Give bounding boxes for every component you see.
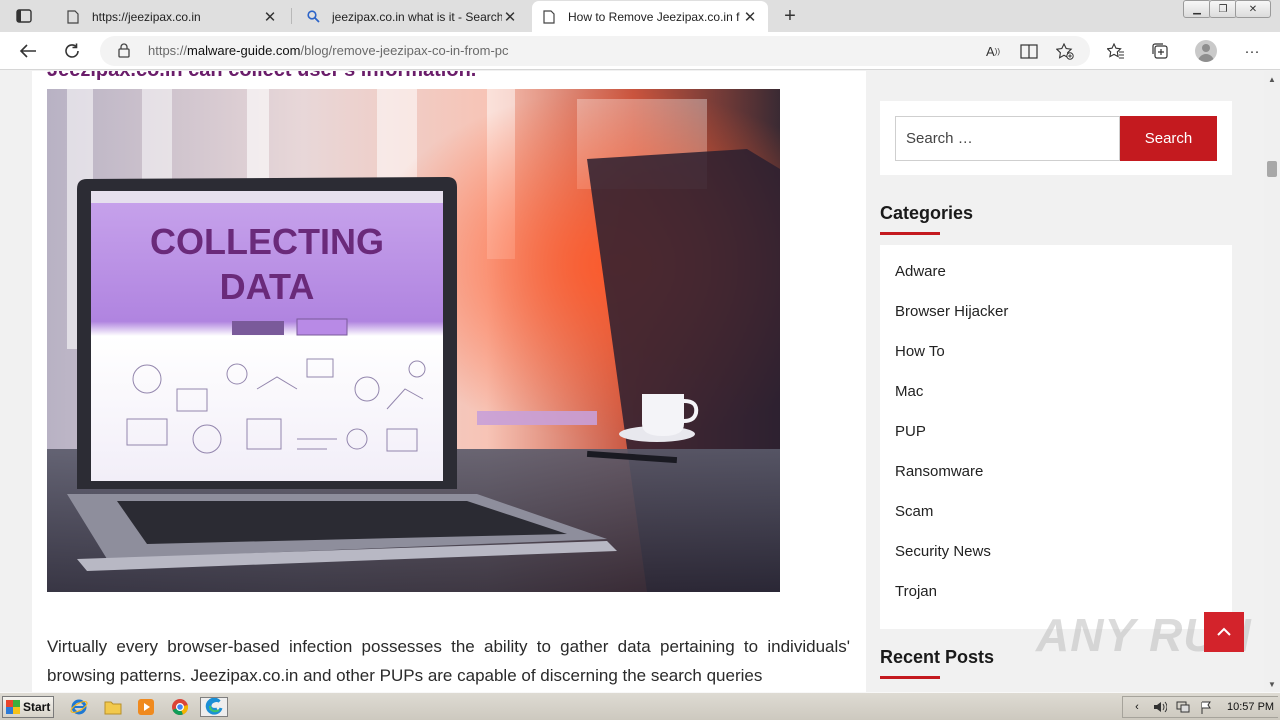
article-content: Jeezipax.co.in can collect user's inform… xyxy=(32,71,866,692)
category-link[interactable]: PUP xyxy=(895,419,1217,459)
chevron-up-icon xyxy=(1217,627,1231,636)
hero-image: COLLECTING DATA xyxy=(47,89,780,592)
back-to-top-button[interactable] xyxy=(1204,612,1244,652)
close-tab-icon[interactable]: ✕ xyxy=(502,9,518,26)
search-widget: Search xyxy=(880,101,1232,175)
scroll-down-icon[interactable]: ▼ xyxy=(1264,676,1280,692)
category-link[interactable]: Security News xyxy=(895,539,1217,579)
close-icon: ✕ xyxy=(1248,3,1258,15)
close-tab-icon[interactable]: ✕ xyxy=(262,9,278,26)
scrollbar-thumb[interactable] xyxy=(1267,161,1277,177)
recent-posts-title: Recent Posts xyxy=(880,647,995,667)
search-button[interactable]: Search xyxy=(1120,116,1217,161)
page-viewport: Jeezipax.co.in can collect user's inform… xyxy=(0,71,1264,692)
hero-screen-line1: COLLECTING xyxy=(150,221,384,262)
minimize-icon: ▁ xyxy=(1193,3,1201,15)
refresh-button[interactable] xyxy=(58,38,86,64)
taskbar: Start ‹ 10:57 PM xyxy=(0,692,1280,720)
title-underline xyxy=(880,676,940,679)
title-underline xyxy=(880,232,940,235)
immersive-reader-icon[interactable] xyxy=(1019,41,1039,61)
page-icon xyxy=(66,9,80,24)
profile-avatar[interactable] xyxy=(1195,40,1217,62)
start-button[interactable]: Start xyxy=(2,696,54,718)
system-tray: ‹ 10:57 PM xyxy=(1122,696,1278,718)
restore-button[interactable]: ❐ xyxy=(1209,0,1237,18)
tab-title: https://jeezipax.co.in xyxy=(92,9,201,24)
action-center-flag-icon[interactable] xyxy=(1197,699,1215,715)
tab-actions-icon xyxy=(16,9,32,23)
category-link[interactable]: Adware xyxy=(895,259,1217,299)
new-tab-button[interactable]: + xyxy=(778,4,802,28)
section-heading: Jeezipax.co.in can collect user's inform… xyxy=(47,71,476,82)
collections-icon[interactable] xyxy=(1149,40,1171,62)
article-paragraph: Virtually every browser-based infection … xyxy=(47,637,850,685)
vertical-scrollbar[interactable]: ▲ ▼ xyxy=(1264,71,1280,692)
tab-separator xyxy=(291,8,292,24)
scroll-up-icon[interactable]: ▲ xyxy=(1264,71,1280,87)
back-button[interactable] xyxy=(14,38,42,64)
address-bar[interactable]: https://malware-guide.com/blog/remove-je… xyxy=(100,36,1090,66)
category-link[interactable]: Mac xyxy=(895,379,1217,419)
lock-icon[interactable] xyxy=(118,43,130,63)
windows-logo-icon xyxy=(6,700,20,714)
tab-actions-button[interactable] xyxy=(6,4,42,28)
chevron-left-icon[interactable]: ‹ xyxy=(1128,699,1146,715)
clock[interactable]: 10:57 PM xyxy=(1227,701,1274,713)
volume-icon[interactable] xyxy=(1151,699,1169,715)
tab-jeezipax[interactable]: https://jeezipax.co.in ✕ xyxy=(56,1,288,32)
url-host: malware-guide.com xyxy=(187,43,301,58)
tab-strip: https://jeezipax.co.in ✕ jeezipax.co.in … xyxy=(0,0,1280,32)
add-favorite-icon[interactable] xyxy=(1055,41,1075,61)
tab-search[interactable]: jeezipax.co.in what is it - Search ✕ xyxy=(296,1,528,32)
refresh-icon xyxy=(65,43,79,58)
close-window-button[interactable]: ✕ xyxy=(1235,0,1271,18)
arrow-left-icon xyxy=(19,44,36,58)
url-path: /blog/remove-jeezipax-co-in-from-pc xyxy=(300,43,509,58)
start-label: Start xyxy=(23,700,51,714)
page-icon xyxy=(542,9,556,24)
search-input[interactable] xyxy=(895,116,1120,161)
hero-screen-line2: DATA xyxy=(220,266,315,307)
category-link[interactable]: How To xyxy=(895,339,1217,379)
url-text[interactable]: https://malware-guide.com/blog/remove-je… xyxy=(148,43,509,58)
minimize-button[interactable]: ▁ xyxy=(1183,0,1211,18)
more-options-icon[interactable]: ··· xyxy=(1241,40,1263,62)
search-icon xyxy=(306,10,320,24)
category-link[interactable]: Browser Hijacker xyxy=(895,299,1217,339)
tab-malware-guide[interactable]: How to Remove Jeezipax.co.in f ✕ xyxy=(532,1,768,32)
tab-title: How to Remove Jeezipax.co.in f xyxy=(568,9,740,24)
edge-icon[interactable] xyxy=(200,697,228,717)
categories-list: Adware Browser Hijacker How To Mac PUP R… xyxy=(880,245,1232,629)
chrome-icon[interactable] xyxy=(169,697,191,717)
url-scheme: https:// xyxy=(148,43,188,58)
internet-explorer-icon[interactable] xyxy=(68,697,90,717)
read-aloud-icon[interactable]: A)) xyxy=(983,41,1003,61)
file-explorer-icon[interactable] xyxy=(102,697,124,717)
categories-title: Categories xyxy=(880,203,974,223)
navigation-bar: https://malware-guide.com/blog/remove-je… xyxy=(0,32,1280,70)
category-link[interactable]: Scam xyxy=(895,499,1217,539)
tab-title: jeezipax.co.in what is it - Search xyxy=(332,9,502,24)
network-icon[interactable] xyxy=(1174,699,1192,715)
category-link[interactable]: Ransomware xyxy=(895,459,1217,499)
close-tab-icon[interactable]: ✕ xyxy=(742,9,758,26)
sidebar: Search Categories Adware Browser Hijacke… xyxy=(880,101,1232,679)
restore-icon: ❐ xyxy=(1218,3,1228,15)
favorites-icon[interactable] xyxy=(1105,40,1127,62)
media-player-icon[interactable] xyxy=(135,697,157,717)
plus-icon: + xyxy=(784,4,796,27)
